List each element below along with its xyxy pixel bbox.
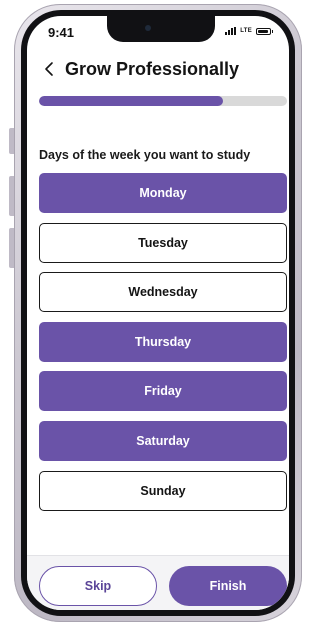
progress-fill bbox=[39, 96, 223, 106]
camera-icon bbox=[145, 25, 151, 31]
volume-down-button bbox=[9, 228, 14, 268]
header: Grow Professionally bbox=[39, 58, 239, 80]
question-label: Days of the week you want to study bbox=[39, 148, 251, 162]
day-option-sunday[interactable]: Sunday bbox=[39, 470, 287, 511]
status-icons: LTE bbox=[225, 27, 273, 35]
battery-icon bbox=[256, 27, 273, 35]
page-title: Grow Professionally bbox=[65, 58, 240, 79]
day-option-thursday[interactable]: Thursday bbox=[39, 321, 287, 362]
day-option-tuesday[interactable]: Tuesday bbox=[39, 222, 287, 263]
day-option-monday[interactable]: Monday bbox=[39, 173, 287, 213]
mockup-stage: 9:41 LTE Grow Professionally Days of the… bbox=[0, 0, 304, 627]
notch bbox=[107, 16, 215, 42]
day-option-wednesday[interactable]: Wednesday bbox=[39, 272, 287, 313]
network-label: LTE bbox=[240, 28, 252, 34]
mute-switch bbox=[9, 128, 14, 154]
bottom-action-bar: Skip Finish bbox=[27, 555, 289, 610]
signal-bars-icon bbox=[225, 27, 237, 35]
finish-button[interactable]: Finish bbox=[169, 566, 287, 606]
chevron-left-icon[interactable] bbox=[39, 58, 59, 80]
progress-bar bbox=[39, 96, 287, 106]
day-option-saturday[interactable]: Saturday bbox=[39, 420, 287, 461]
day-options-list: Monday Tuesday Wednesday Thursday Friday Satu… bbox=[39, 173, 287, 520]
status-time: 9:41 bbox=[48, 25, 75, 40]
skip-button[interactable]: Skip bbox=[39, 566, 157, 606]
volume-up-button bbox=[9, 176, 14, 216]
phone-screen: 9:41 LTE Grow Professionally Days of the… bbox=[27, 16, 289, 610]
day-option-friday[interactable]: Friday bbox=[39, 371, 287, 412]
